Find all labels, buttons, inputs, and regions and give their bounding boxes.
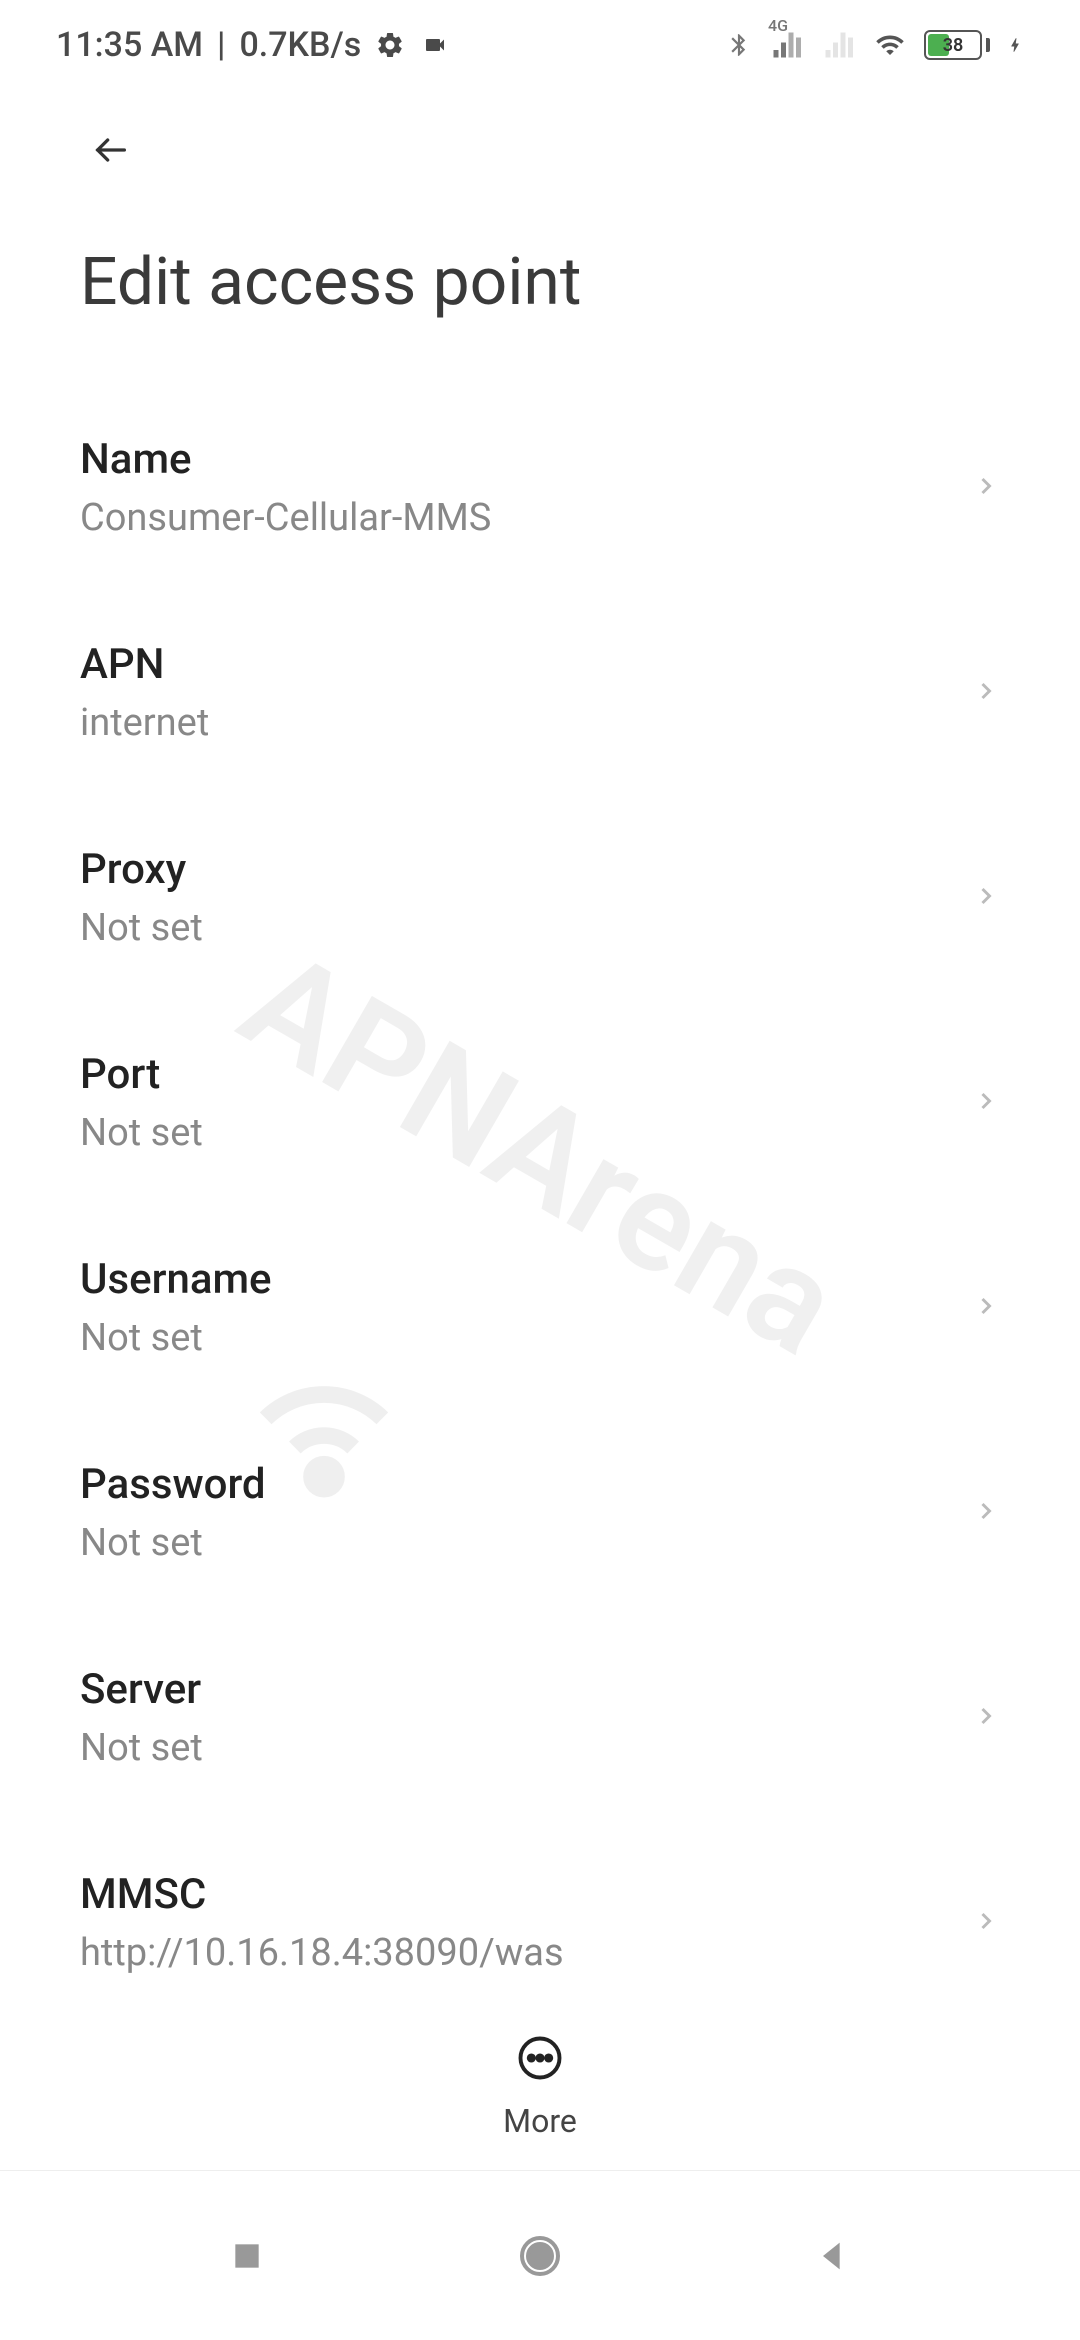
status-time: 11:35 AM: [56, 25, 203, 65]
setting-label: MMSC: [80, 1870, 564, 1919]
more-icon: [514, 2032, 566, 2088]
nav-recent-button[interactable]: [207, 2216, 287, 2296]
more-button[interactable]: More: [503, 2032, 577, 2140]
nav-bar: [0, 2170, 1080, 2340]
setting-row-username[interactable]: Username Not set: [80, 1215, 1000, 1420]
chevron-right-icon: [972, 1286, 1000, 1330]
setting-value: Consumer-Cellular-MMS: [80, 496, 491, 540]
charging-icon: [1006, 30, 1024, 60]
status-left: 11:35 AM | 0.7KB/s: [56, 25, 451, 65]
setting-row-apn[interactable]: APN internet: [80, 600, 1000, 805]
setting-label: APN: [80, 640, 209, 689]
setting-label: Proxy: [80, 845, 203, 894]
status-network-speed: 0.7KB/s: [239, 25, 361, 65]
chevron-right-icon: [972, 1491, 1000, 1535]
setting-label: Port: [80, 1050, 203, 1099]
gear-icon: [375, 30, 405, 60]
setting-row-name[interactable]: Name Consumer-Cellular-MMS: [80, 395, 1000, 600]
setting-value: Not set: [80, 1111, 203, 1155]
status-separator: |: [217, 25, 225, 65]
setting-value: Not set: [80, 1521, 266, 1565]
square-icon: [227, 2236, 267, 2276]
status-bar: 11:35 AM | 0.7KB/s 4G 38: [0, 0, 1080, 90]
setting-value: internet: [80, 701, 209, 745]
chevron-right-icon: [972, 466, 1000, 510]
chevron-right-icon: [972, 671, 1000, 715]
setting-label: Name: [80, 435, 491, 484]
status-right: 4G 38: [726, 29, 1024, 61]
setting-label: Username: [80, 1255, 272, 1304]
more-label: More: [503, 2102, 577, 2140]
video-icon: [419, 33, 451, 57]
chevron-right-icon: [972, 876, 1000, 920]
arrow-left-icon: [80, 130, 142, 170]
page-title: Edit access point: [0, 194, 1080, 401]
circle-icon: [516, 2232, 564, 2280]
wifi-icon: [872, 30, 908, 60]
setting-row-proxy[interactable]: Proxy Not set: [80, 805, 1000, 1010]
chevron-right-icon: [972, 1081, 1000, 1125]
bottom-bar: More: [0, 2012, 1080, 2160]
setting-value: Not set: [80, 1316, 272, 1360]
settings-list: Name Consumer-Cellular-MMS APN internet …: [0, 395, 1080, 2040]
setting-row-port[interactable]: Port Not set: [80, 1010, 1000, 1215]
nav-back-button[interactable]: [793, 2216, 873, 2296]
setting-row-mmsc[interactable]: MMSC http://10.16.18.4:38090/was: [80, 1830, 1000, 2035]
setting-row-server[interactable]: Server Not set: [80, 1625, 1000, 1830]
chevron-right-icon: [972, 1901, 1000, 1945]
setting-value: http://10.16.18.4:38090/was: [80, 1931, 564, 1975]
back-button[interactable]: [0, 90, 1080, 194]
triangle-left-icon: [813, 2236, 853, 2276]
setting-label: Password: [80, 1460, 266, 1509]
setting-value: Not set: [80, 1726, 203, 1770]
setting-value: Not set: [80, 906, 203, 950]
chevron-right-icon: [972, 1696, 1000, 1740]
battery-indicator: 38: [924, 30, 990, 60]
setting-label: Server: [80, 1665, 203, 1714]
signal-4g-icon: 4G: [768, 30, 804, 60]
nav-home-button[interactable]: [500, 2216, 580, 2296]
signal-no-sim-icon: [820, 30, 856, 60]
bluetooth-icon: [726, 29, 752, 61]
network-type-label: 4G: [768, 16, 788, 35]
battery-percent: 38: [926, 32, 980, 58]
setting-row-password[interactable]: Password Not set: [80, 1420, 1000, 1625]
